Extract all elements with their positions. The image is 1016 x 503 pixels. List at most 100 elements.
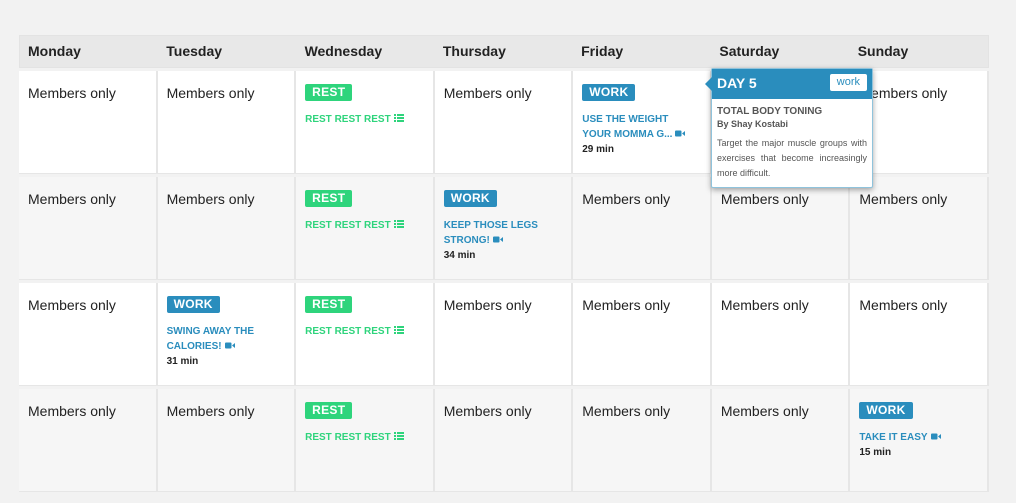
members-only-label: Members only — [859, 85, 948, 101]
list-icon — [393, 324, 404, 339]
workout-link[interactable]: SWING AWAY THE CALORIES! — [167, 324, 279, 354]
day-cell: Members only — [573, 389, 712, 492]
day-cell: Members only — [19, 71, 158, 174]
video-icon — [930, 430, 941, 445]
workout-link[interactable]: USE THE WEIGHT YOUR MOMMA G... — [582, 112, 694, 142]
day-cell: Members only — [434, 389, 574, 492]
week-row: Members only Members only REST REST REST RE… — [19, 389, 989, 492]
rest-badge: REST — [305, 190, 353, 207]
workout-duration: 34 min — [443, 250, 476, 262]
day-cell[interactable]: REST REST REST REST — [296, 177, 435, 280]
workout-link[interactable]: KEEP THOSE LEGS STRONG! — [444, 218, 556, 248]
day-cell: Members only — [19, 389, 158, 492]
tooltip-arrow — [705, 77, 712, 91]
day-cell[interactable]: WORK USE THE WEIGHT YOUR MOMMA G... 29 min — [573, 71, 712, 174]
tooltip-description: Target the major muscle groups with exer… — [717, 138, 867, 178]
work-badge: WORK — [443, 190, 497, 207]
workout-tooltip: DAY 5 work TOTAL BODY TONING By Shay Kos… — [705, 68, 873, 188]
workout-title: TAKE IT EASY — [859, 432, 928, 444]
day-cell: Members only — [573, 177, 712, 280]
day-header-saturday: Saturday — [719, 43, 780, 59]
members-only-label: Members only — [582, 403, 671, 419]
day-cell: Members only — [434, 283, 574, 386]
workout-title: REST REST REST — [305, 432, 391, 444]
day-cell: Members only — [19, 177, 158, 280]
day-cell[interactable]: REST REST REST REST — [296, 389, 435, 492]
work-badge: WORK — [859, 402, 913, 419]
work-badge: WORK — [582, 84, 636, 101]
work-badge: WORK — [166, 296, 220, 313]
day-cell: Members only — [850, 283, 989, 386]
workout-link[interactable]: TAKE IT EASY — [859, 430, 971, 445]
rest-badge: REST — [305, 402, 353, 419]
tooltip-author: By Shay Kostabi — [717, 119, 789, 129]
workout-title: REST REST REST — [305, 114, 391, 126]
day-cell[interactable]: WORK TAKE IT EASY 15 min — [850, 389, 989, 492]
workout-title: SWING AWAY THE CALORIES! — [166, 326, 254, 353]
workout-title: REST REST REST — [305, 326, 391, 338]
members-only-label: Members only — [443, 403, 532, 419]
tooltip-header: DAY 5 work — [712, 69, 872, 99]
members-only-label: Members only — [28, 297, 116, 313]
members-only-label: Members only — [582, 297, 671, 313]
day-header-tuesday: Tuesday — [166, 43, 223, 59]
workout-duration: 31 min — [166, 356, 199, 368]
weekday-header-row: Monday Tuesday Wednesday Thursday Friday Satu… — [19, 35, 989, 68]
workout-link[interactable]: REST REST REST — [305, 112, 417, 127]
tooltip-workout-title: TOTAL BODY TONING — [717, 106, 823, 117]
members-only-label: Members only — [166, 85, 255, 101]
day-header-friday: Friday — [581, 43, 624, 59]
day-header-thursday: Thursday — [442, 43, 506, 59]
rest-badge: REST — [305, 84, 353, 101]
day-cell: Members only — [850, 177, 989, 280]
week-row: Members only Members only REST REST REST RE… — [19, 177, 989, 280]
video-icon — [492, 233, 503, 248]
members-only-label: Members only — [582, 191, 671, 207]
members-only-label: Members only — [166, 403, 255, 419]
video-icon — [675, 127, 686, 142]
day-cell: Members only — [19, 283, 158, 386]
day-cell: Members only — [711, 177, 851, 280]
day-header-wednesday: Wednesday — [304, 43, 383, 59]
day-cell[interactable]: REST REST REST REST — [296, 71, 435, 174]
day-cell: Members only — [573, 283, 712, 386]
members-only-label: Members only — [720, 297, 809, 313]
members-only-label: Members only — [28, 85, 116, 101]
video-icon — [224, 339, 235, 354]
members-only-label: Members only — [443, 297, 532, 313]
day-cell: Members only — [434, 71, 574, 174]
members-only-label: Members only — [720, 191, 809, 207]
workout-title: USE THE WEIGHT YOUR MOMMA G... — [582, 114, 673, 141]
members-only-label: Members only — [443, 85, 532, 101]
workout-duration: 15 min — [859, 447, 892, 459]
day-header-monday: Monday — [28, 43, 81, 59]
workout-link[interactable]: REST REST REST — [305, 324, 417, 339]
members-only-label: Members only — [859, 297, 948, 313]
members-only-label: Members only — [28, 403, 116, 419]
week-row: Members only WORK SWING AWAY THE CALORIES!… — [19, 283, 989, 386]
day-cell: Members only — [711, 389, 851, 492]
members-only-label: Members only — [28, 191, 116, 207]
workout-duration: 29 min — [582, 144, 614, 156]
day-cell[interactable]: REST REST REST REST — [296, 283, 435, 386]
rest-badge: REST — [305, 296, 353, 313]
day-cell: Members only — [157, 389, 297, 492]
day-cell[interactable]: WORK SWING AWAY THE CALORIES! 31 min — [157, 283, 297, 386]
members-only-label: Members only — [859, 191, 948, 207]
members-only-label: Members only — [720, 403, 809, 419]
day-cell: Members only — [157, 177, 297, 280]
tooltip-type-badge: work — [829, 74, 867, 91]
workout-title: REST REST REST — [305, 220, 391, 232]
day-cell[interactable]: WORK KEEP THOSE LEGS STRONG! 34 min — [434, 177, 574, 280]
day-header-sunday: Sunday — [857, 43, 909, 59]
day-cell: Members only — [711, 283, 851, 386]
workout-link[interactable]: REST REST REST — [305, 218, 417, 233]
members-only-label: Members only — [166, 191, 255, 207]
workout-link[interactable]: REST REST REST — [305, 430, 417, 445]
list-icon — [393, 112, 404, 127]
list-icon — [393, 218, 404, 233]
workout-title: KEEP THOSE LEGS STRONG! — [443, 220, 538, 247]
day-cell: Members only — [157, 71, 297, 174]
list-icon — [393, 430, 404, 445]
tooltip-day-label: DAY 5 — [717, 75, 757, 91]
